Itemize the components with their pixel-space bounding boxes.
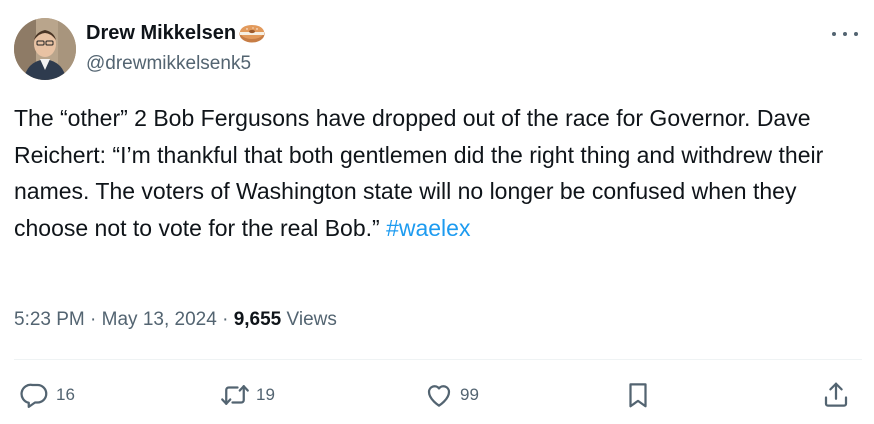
author-handle[interactable]: @drewmikkelsenk5 (86, 52, 251, 76)
heart-icon (427, 385, 451, 407)
share-button[interactable] (821, 375, 851, 415)
tweet-time[interactable]: 5:23 PM (14, 309, 85, 330)
reply-button[interactable]: 16 (20, 375, 75, 415)
meta-separator: · (84, 309, 102, 330)
avatar-image (14, 18, 76, 80)
reply-icon (20, 383, 48, 408)
bagel-icon (238, 22, 266, 44)
views-label: Views (281, 309, 337, 330)
retweet-icon (221, 385, 249, 405)
divider (14, 359, 862, 360)
more-options-button[interactable] (832, 24, 858, 44)
avatar[interactable] (14, 18, 76, 80)
author-name-row: Drew Mikkelsen (86, 20, 266, 46)
retweet-count: 19 (256, 385, 275, 404)
action-bar: 16 19 99 (0, 375, 874, 415)
more-dot (843, 32, 847, 36)
share-icon (824, 382, 848, 407)
bookmark-button[interactable] (623, 375, 653, 415)
reply-count: 16 (56, 385, 75, 404)
meta-separator: · (216, 309, 234, 330)
views-count: 9,655 (233, 309, 282, 330)
tweet-text: The “other” 2 Bob Fergusons have dropped… (14, 100, 860, 246)
more-dot (854, 32, 858, 36)
tweet-meta: 5:23 PM · May 13, 2024 · 9,655 Views (14, 305, 337, 335)
hashtag-link[interactable]: #waelex (386, 215, 470, 241)
tweet-card: Drew Mikkelsen @drewmikkelsenk5 The “oth… (0, 0, 874, 424)
retweet-button[interactable]: 19 (220, 375, 275, 415)
author-display-name[interactable]: Drew Mikkelsen (86, 20, 236, 46)
more-dot (832, 32, 836, 36)
like-button[interactable]: 99 (424, 375, 479, 415)
tweet-date[interactable]: May 13, 2024 (102, 309, 217, 330)
like-count: 99 (460, 385, 479, 404)
bookmark-icon (629, 383, 647, 408)
